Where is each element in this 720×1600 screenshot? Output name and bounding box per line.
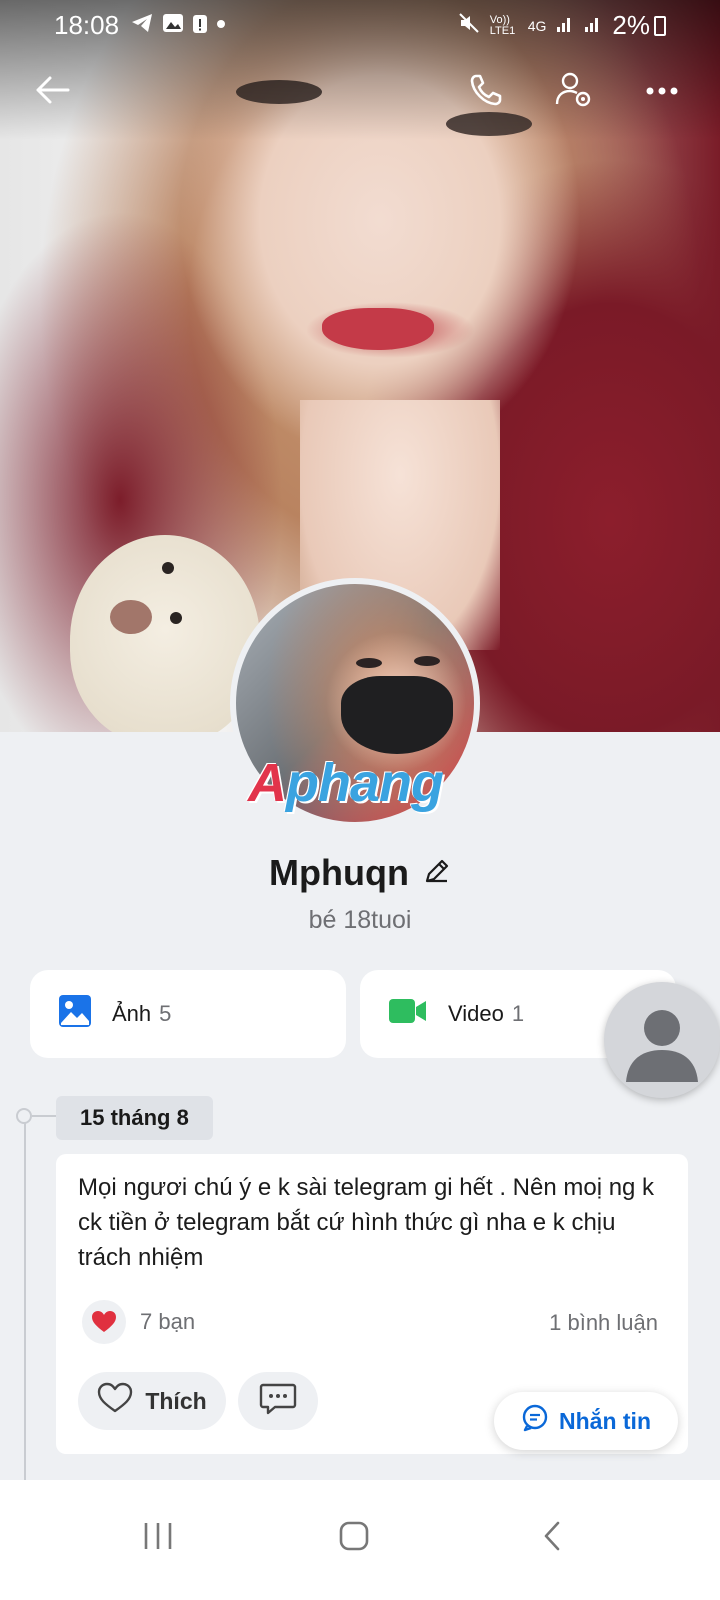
- profile-settings-button[interactable]: [544, 62, 604, 122]
- cover-detail: [170, 612, 182, 624]
- more-horizontal-icon: [645, 83, 679, 101]
- chat-bubble-icon: [521, 1404, 549, 1438]
- post-reactions[interactable]: 7 bạn: [82, 1300, 195, 1344]
- pencil-icon: [425, 859, 449, 882]
- battery-percent: 2%: [612, 10, 650, 40]
- timeline-dot: [16, 1108, 32, 1124]
- photos-label: Ảnh: [112, 1001, 152, 1026]
- signal-icon: [556, 13, 574, 38]
- timeline-date: 15 tháng 8: [56, 1096, 213, 1140]
- more-options-button[interactable]: [632, 62, 692, 122]
- battery-icon: [654, 16, 666, 36]
- image-icon: [58, 994, 92, 1034]
- home-button[interactable]: [324, 1506, 384, 1566]
- telegram-icon: [130, 12, 154, 40]
- edit-name-button[interactable]: [423, 857, 451, 890]
- battery-alert-icon: [192, 12, 208, 40]
- avatar-face-mask: [341, 676, 453, 754]
- floating-avatar-button[interactable]: [604, 982, 720, 1098]
- send-message-button[interactable]: Nhắn tin: [494, 1392, 678, 1450]
- gallery-icon: [162, 12, 184, 40]
- message-label: Nhắn tin: [559, 1407, 651, 1434]
- reaction-count: 7 bạn: [140, 1309, 196, 1334]
- chevron-left-icon: [544, 1521, 560, 1551]
- like-label: Thích: [145, 1387, 207, 1414]
- status-time: 18:08: [54, 10, 120, 40]
- network-type: 4G: [527, 17, 547, 34]
- timeline-line: [24, 1116, 26, 1486]
- notification-icons: [130, 12, 226, 40]
- photos-count: 5: [159, 1001, 172, 1026]
- back-button[interactable]: [22, 62, 82, 122]
- like-button[interactable]: Thích: [78, 1372, 226, 1430]
- profile-name-row: Mphuqn: [0, 852, 720, 894]
- profile-bio: bé 18tuoi: [308, 906, 412, 934]
- profile-name: Mphuqn: [269, 852, 409, 893]
- comment-button[interactable]: [238, 1372, 318, 1430]
- comment-icon: [259, 1382, 297, 1421]
- post-text: Mọi ngươi chú ý e k sài telegram gi hết …: [78, 1174, 655, 1271]
- recent-apps-button[interactable]: [128, 1506, 188, 1566]
- status-bar: 18:08 Vo)) LTE1 4G 2%: [0, 0, 720, 50]
- heart-outline-icon: [97, 1382, 133, 1420]
- signal-icon: [584, 13, 602, 38]
- photos-card[interactable]: Ảnh 5: [30, 970, 346, 1058]
- cover-detail: [322, 308, 434, 350]
- mute-icon: [458, 12, 480, 39]
- arrow-left-icon: [34, 75, 70, 110]
- person-icon: [626, 1010, 698, 1082]
- videos-count: 1: [511, 1001, 525, 1026]
- call-button[interactable]: [456, 62, 516, 122]
- user-settings-icon: [554, 70, 594, 115]
- cover-detail: [162, 562, 174, 574]
- comment-count[interactable]: 1 bình luận: [549, 1310, 658, 1336]
- video-camera-icon: [388, 996, 428, 1032]
- system-navigation-bar: [0, 1480, 720, 1600]
- system-back-button[interactable]: [522, 1506, 582, 1566]
- watermark-logo: Aphang: [248, 753, 444, 813]
- top-action-bar: [0, 62, 720, 122]
- videos-label: Video: [448, 1001, 504, 1026]
- heart-reaction: [82, 1300, 126, 1344]
- avatar-detail: [356, 658, 382, 668]
- heart-icon: [92, 1311, 116, 1332]
- phone-icon: [468, 72, 504, 113]
- home-icon: [339, 1521, 369, 1551]
- system-icons: Vo)) LTE1 4G 2%: [458, 10, 650, 41]
- cover-detail: [110, 600, 152, 634]
- recent-apps-icon: [144, 1523, 172, 1549]
- volte-label: Vo)) LTE1: [489, 13, 516, 37]
- timeline-connector: [32, 1115, 56, 1117]
- dot-icon: [216, 12, 226, 40]
- avatar-detail: [414, 656, 440, 666]
